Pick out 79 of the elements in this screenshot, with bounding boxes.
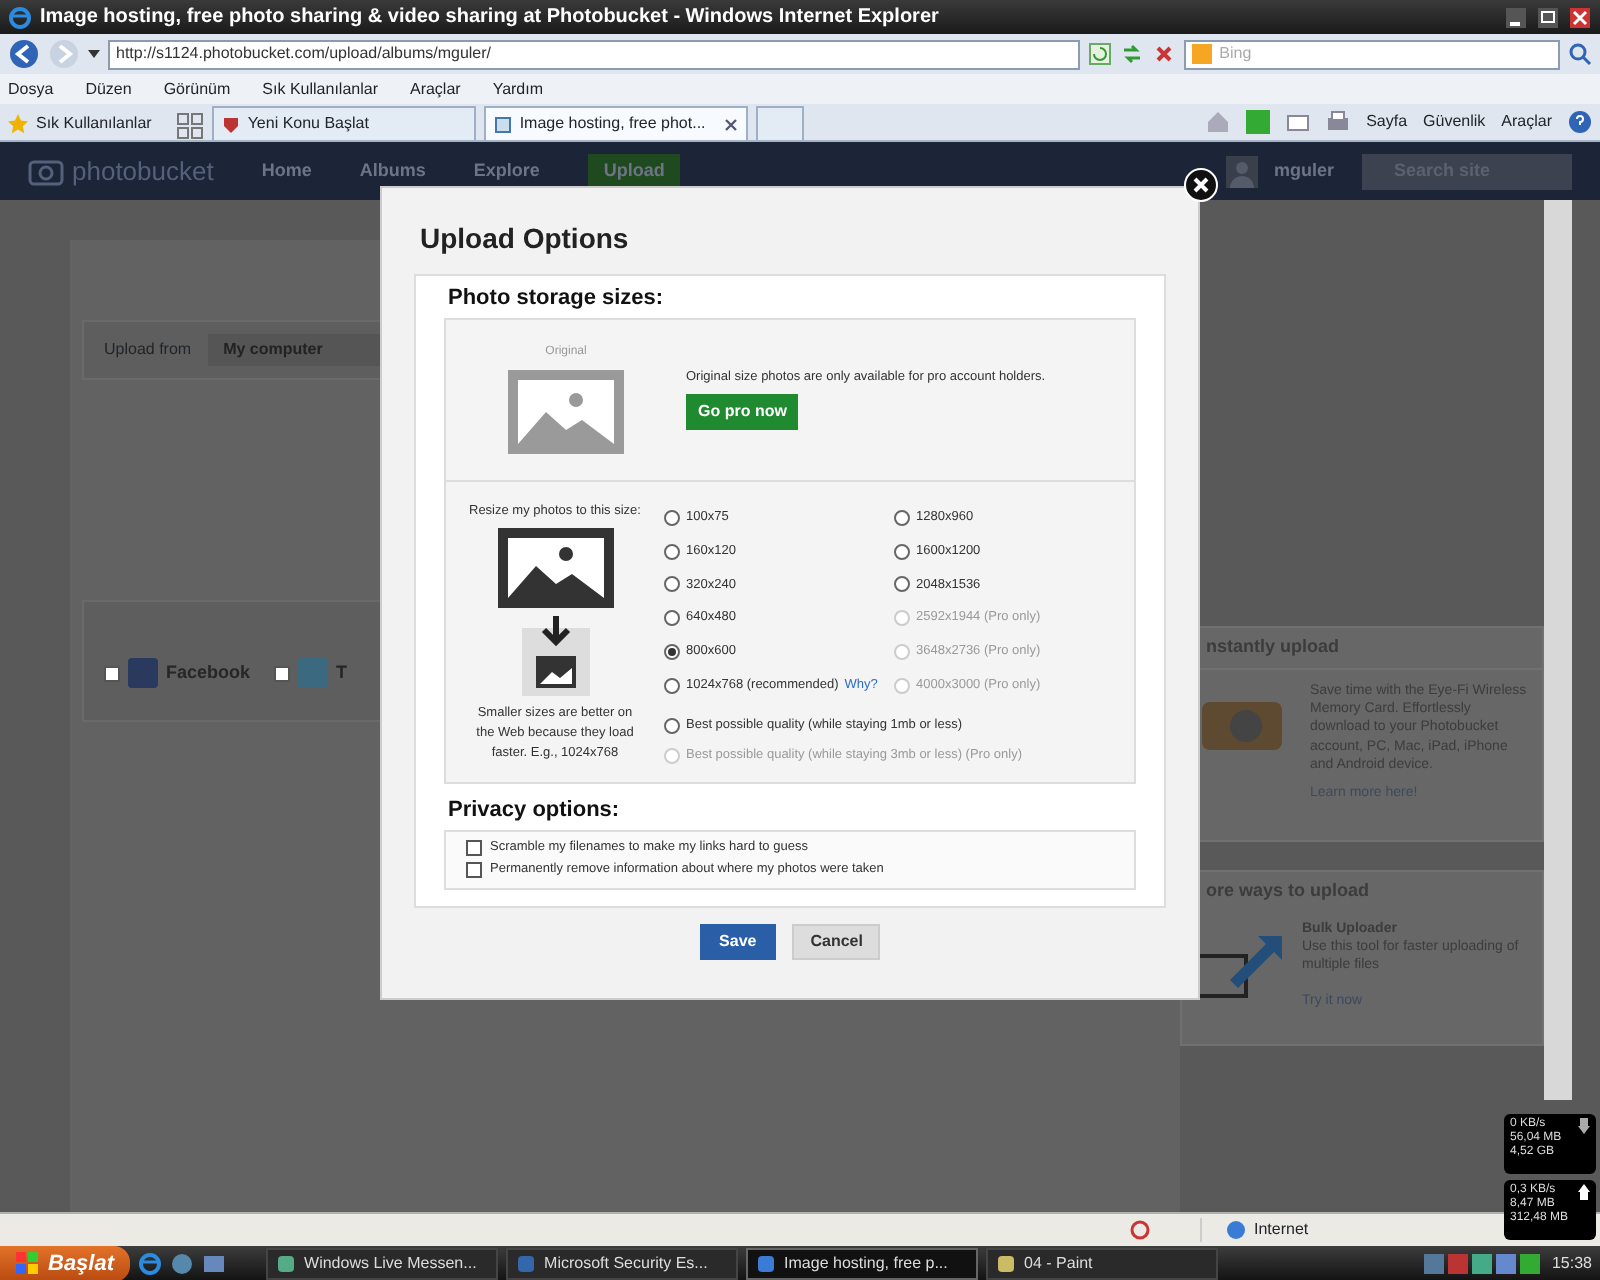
help-icon[interactable]	[1568, 110, 1592, 134]
go-pro-button[interactable]: Go pro now	[686, 394, 799, 431]
address-field[interactable]: http://s1124.photobucket.com/upload/albums/mguler/	[108, 39, 1080, 69]
image-icon	[497, 528, 613, 609]
avatar-icon	[1225, 155, 1258, 187]
security-zone: Internet	[1254, 1218, 1309, 1242]
taskbar-button[interactable]: Image hosting, free p...	[746, 1248, 979, 1280]
menu-item[interactable]: Araçlar	[409, 77, 461, 101]
radio-button[interactable]	[894, 509, 910, 526]
browser-tab[interactable]: Yeni Konu Başlat	[211, 106, 476, 140]
blocked-icon	[1130, 1220, 1150, 1240]
menu-item[interactable]: Düzen	[85, 77, 132, 101]
app-icon	[276, 1254, 297, 1274]
start-button[interactable]: Başlat	[0, 1246, 131, 1280]
star-icon	[8, 113, 28, 133]
save-button[interactable]: Save	[699, 923, 777, 960]
radio-button[interactable]	[664, 644, 680, 661]
quick-tabs-icon[interactable]	[175, 112, 204, 140]
app-icon	[756, 1254, 777, 1274]
browser-tab[interactable]: Image hosting, free phot...	[483, 106, 748, 140]
print-icon[interactable]	[1326, 110, 1351, 134]
image-icon	[508, 369, 624, 453]
desktop-icon[interactable]	[202, 1252, 227, 1276]
window-title: Image hosting, free photo sharing & video sharing at Photobucket - Windows Internet Explorer	[40, 4, 941, 32]
caret-icon[interactable]	[88, 48, 100, 60]
radio-button[interactable]	[664, 610, 680, 627]
menu-item[interactable]: Sık Kullanılanlar	[262, 77, 378, 101]
checkbox[interactable]	[466, 840, 482, 857]
taskbar-button[interactable]: Microsoft Security Es...	[506, 1248, 739, 1280]
close-icon[interactable]	[1184, 168, 1218, 202]
menu-item[interactable]: Dosya	[8, 77, 54, 101]
toolbar-menu[interactable]: Güvenlik	[1423, 110, 1486, 134]
toolbar-menu[interactable]: Araçlar	[1501, 110, 1552, 134]
compatibility-icon[interactable]	[1119, 42, 1144, 66]
section-heading: Privacy options:	[448, 796, 622, 827]
browser-logo-icon	[8, 5, 32, 29]
radio-button[interactable]	[664, 543, 680, 560]
radio-button[interactable]	[894, 576, 910, 593]
mail-icon[interactable]	[1286, 110, 1311, 134]
close-tab-icon[interactable]	[723, 117, 738, 131]
toolbar-menu[interactable]: Sayfa	[1366, 110, 1408, 134]
radio-button[interactable]	[894, 543, 910, 560]
up-arrow-icon	[1578, 1184, 1590, 1200]
menu-item[interactable]: Yardım	[492, 77, 544, 101]
page-icon	[493, 115, 512, 133]
radio-button[interactable]	[664, 576, 680, 593]
app-icon	[516, 1254, 537, 1274]
minimize-icon[interactable]	[1504, 5, 1528, 29]
clock: 15:38	[1551, 1252, 1592, 1276]
menu-item[interactable]: Görünüm	[163, 77, 231, 101]
windows-logo-icon	[16, 1252, 40, 1276]
checkbox[interactable]	[466, 862, 482, 879]
app-icon	[996, 1254, 1017, 1274]
shield-icon	[221, 115, 240, 133]
dialog-title: Upload Options	[420, 220, 631, 258]
scrollbar[interactable]	[1544, 200, 1572, 1100]
taskbar-button[interactable]: Windows Live Messen...	[266, 1248, 499, 1280]
refresh-icon[interactable]	[1087, 42, 1112, 66]
restore-icon[interactable]	[1536, 5, 1560, 29]
cancel-button[interactable]: Cancel	[792, 923, 881, 960]
radio-button[interactable]	[664, 677, 680, 694]
close-icon[interactable]	[1568, 5, 1592, 29]
share-checkbox[interactable]	[274, 665, 291, 681]
search-icon[interactable]	[1568, 42, 1592, 66]
share-checkbox[interactable]	[104, 665, 120, 681]
field-label: Upload from	[104, 338, 192, 362]
taskbar-button[interactable]: 04 - Paint	[986, 1248, 1219, 1280]
radio-button[interactable]	[664, 509, 680, 526]
share-label: Facebook	[166, 659, 251, 686]
tray-icons-drawing	[1423, 1252, 1544, 1276]
down-arrow-icon	[1578, 1118, 1590, 1134]
back-icon[interactable]	[8, 38, 40, 70]
section-heading: Photo storage sizes:	[448, 284, 666, 314]
radio-button[interactable]	[664, 717, 680, 734]
browser-logo-icon[interactable]	[138, 1252, 163, 1276]
share-label: T	[336, 659, 348, 686]
favorites-button[interactable]: Sık Kullanılanlar	[8, 106, 152, 140]
camera-icon	[28, 157, 64, 185]
stop-icon[interactable]	[1151, 42, 1176, 66]
